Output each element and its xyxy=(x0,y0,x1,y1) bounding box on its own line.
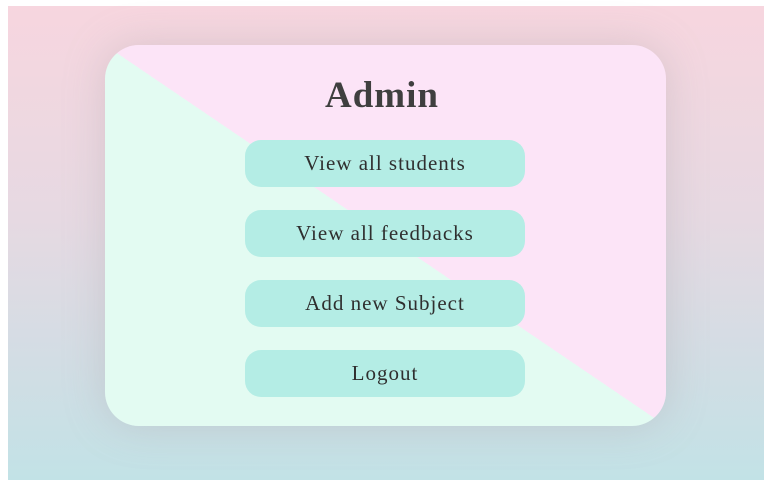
page-title: Admin xyxy=(325,75,439,116)
add-new-subject-button[interactable]: Add new Subject xyxy=(245,280,525,327)
view-all-feedbacks-button[interactable]: View all feedbacks xyxy=(245,210,525,257)
logout-button[interactable]: Logout xyxy=(245,350,525,397)
view-all-students-button[interactable]: View all students xyxy=(245,140,525,187)
